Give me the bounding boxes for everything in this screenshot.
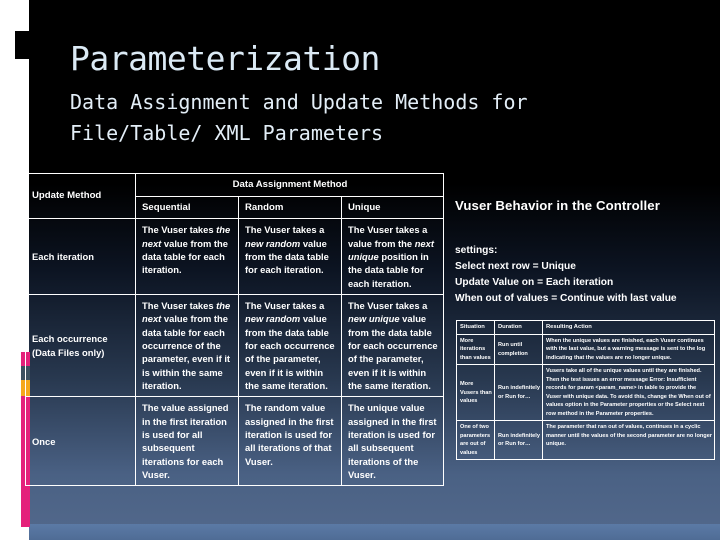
table-row: Each occurrence (Data Files only) The Vus… <box>25 293 445 398</box>
header-unique: Unique <box>340 195 445 220</box>
page-title: Parameterization <box>70 39 380 78</box>
left-black-tab <box>15 31 30 59</box>
vuser-behavior-heading: Vuser Behavior in the Controller <box>455 198 660 213</box>
page-subtitle: Data Assignment and Update Methods for F… <box>70 87 670 149</box>
row-label: Once <box>25 396 136 487</box>
settings-line: settings: <box>455 245 498 256</box>
row-label: Each occurrence (Data Files only) <box>25 293 136 398</box>
row-label: Each iteration <box>25 218 136 295</box>
table-cell: The Vuser takes a new random value from … <box>238 218 342 295</box>
data-assignment-table: Update Method Data Assignment Method Seq… <box>25 172 445 487</box>
slide-canvas: Parameterization Data Assignment and Upd… <box>0 0 720 540</box>
cell-text-pre: The Vuser takes a <box>348 299 428 311</box>
table-row: Each iteration The Vuser takes the next v… <box>25 218 445 295</box>
table-cell: The Vuser takes a new random value from … <box>238 293 342 398</box>
cell-text-pre: The value assigned in the first iteratio… <box>142 402 229 481</box>
title-block: Parameterization Data Assignment and Upd… <box>70 38 670 149</box>
table-cell: The value assigned in the first iteratio… <box>135 396 239 487</box>
header-random: Random <box>238 195 342 220</box>
table-cell: The random value assigned in the first i… <box>238 396 342 487</box>
cell-text-pre: The Vuser takes <box>142 224 217 236</box>
mini-cell-situation: More Vusers than values <box>456 364 495 422</box>
mini-header-situation: Situation <box>456 320 495 335</box>
bottom-accent-bar <box>29 524 720 540</box>
table-cell: The Vuser takes the next value from the … <box>135 218 239 295</box>
cell-text-post: value from the data table for each occur… <box>348 313 438 391</box>
table-cell: The unique value assigned in the first i… <box>340 396 445 487</box>
vuser-behavior-table: Situation Duration Resulting Action More… <box>456 320 715 461</box>
mini-cell-situation: One of two parameters are out of values <box>456 420 495 461</box>
settings-list: settings: Select next row = Unique Update … <box>455 243 677 307</box>
mini-cell-duration: Run indefinitely or Run for… <box>494 364 543 422</box>
table-header-row-group: Update Method Data Assignment Method <box>25 172 445 220</box>
table-cell: The Vuser takes a new unique value from … <box>340 293 445 398</box>
mini-cell-action: When the unique values are finished, eac… <box>542 333 715 366</box>
mini-cell-action: Vusers take all of the unique values unt… <box>542 364 715 422</box>
table-body: Each iteration The Vuser takes the next v… <box>25 218 445 487</box>
mini-cell-duration: Run until completion <box>494 333 543 366</box>
cell-text-pre: The unique value assigned in the first i… <box>348 402 437 481</box>
mini-table-row: More iterations than values Run until com… <box>456 333 715 366</box>
header-data-assignment-method: Data Assignment Method <box>134 173 445 197</box>
mini-table-body: More iterations than values Run until com… <box>456 333 715 461</box>
settings-line: Select next row = Unique <box>455 261 576 273</box>
table-cell: The Vuser takes a value from the next un… <box>340 218 445 295</box>
header-update-method: Update Method <box>25 172 136 220</box>
cell-text-pre: The Vuser takes a <box>245 299 325 311</box>
table-cell: The Vuser takes the next value from the … <box>135 293 239 398</box>
mini-table-row: More Vusers than values Run indefinitely … <box>456 364 715 422</box>
page-subtitle-line2: File/Table/ XML Parameters <box>70 121 384 146</box>
mini-header-resulting-action: Resulting Action <box>542 320 715 335</box>
cell-text-emphasis: new random <box>245 237 301 249</box>
cell-text-post: value from the data table for each occur… <box>245 313 335 391</box>
mini-cell-duration: Run indefinitely or Run for… <box>494 420 543 461</box>
cell-text-post: value from the data table for each occur… <box>142 313 231 391</box>
settings-line: Update Value on = Each iteration <box>455 277 614 289</box>
cell-text-pre: The random value assigned in the first i… <box>245 402 334 467</box>
cell-text-pre: The Vuser takes a <box>245 224 325 236</box>
cell-text-emphasis: new random <box>245 313 301 325</box>
header-sequential: Sequential <box>135 195 239 220</box>
settings-line: When out of values = Continue with last … <box>455 293 677 305</box>
mini-table-row: One of two parameters are out of values R… <box>456 420 715 461</box>
mini-cell-action: The parameter that ran out of values, co… <box>542 420 715 461</box>
cell-text-emphasis: new unique <box>348 313 400 325</box>
mini-cell-situation: More iterations than values <box>456 333 495 366</box>
page-subtitle-line1: Data Assignment and Update Methods for <box>70 90 528 115</box>
cell-text-pre: The Vuser takes <box>142 299 217 311</box>
mini-table-header-row: Situation Duration Resulting Action <box>456 320 715 335</box>
mini-header-duration: Duration <box>494 320 543 335</box>
table-row: Once The value assigned in the first iter… <box>25 396 445 487</box>
